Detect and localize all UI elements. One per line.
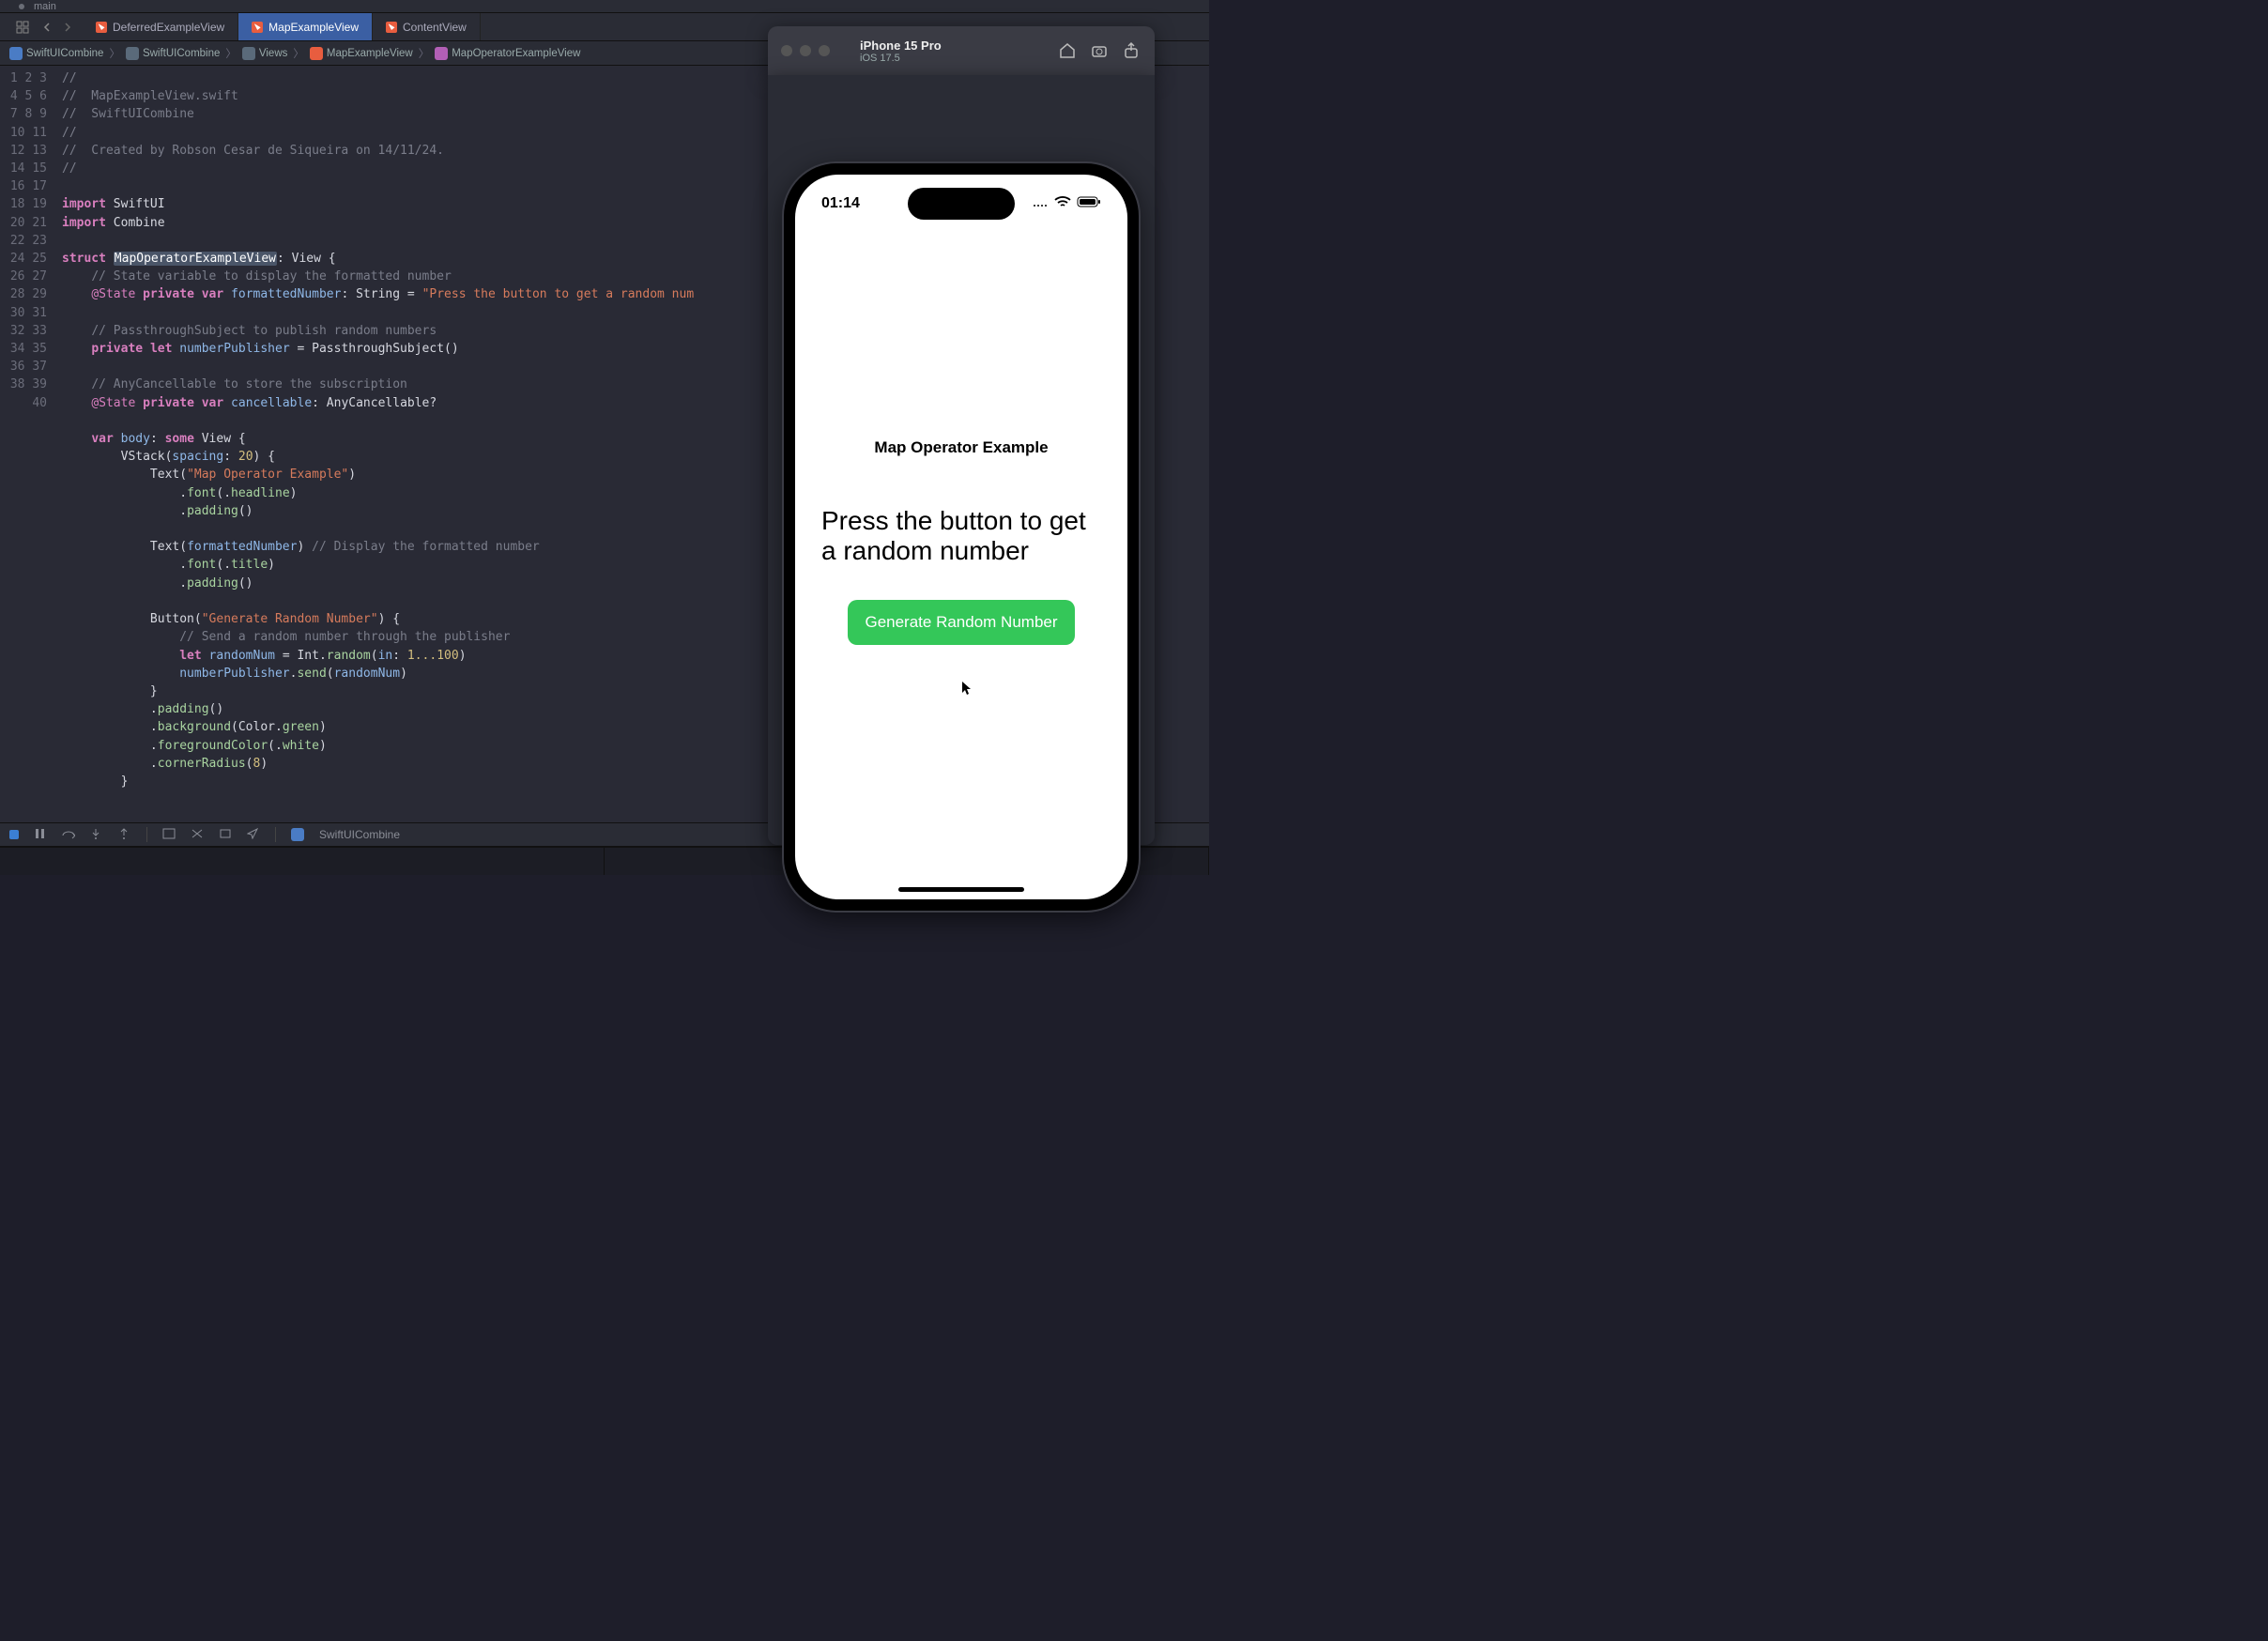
close-icon[interactable] xyxy=(781,45,792,56)
chevron-right-icon: 〉 xyxy=(109,46,120,61)
window-traffic-lights[interactable] xyxy=(781,45,830,56)
breadcrumb-project[interactable]: SwiftUICombine xyxy=(26,48,103,59)
folder-icon xyxy=(126,47,139,60)
struct-icon xyxy=(435,47,448,60)
app-body-text: Press the button to get a random number xyxy=(818,491,1105,581)
dynamic-island xyxy=(908,188,1015,220)
status-time: 01:14 xyxy=(821,195,860,212)
app-content: Map Operator Example Press the button to… xyxy=(795,225,1127,899)
tab-label: ContentView xyxy=(403,21,467,34)
wifi-icon xyxy=(1054,195,1071,212)
chevron-right-icon: 〉 xyxy=(419,46,430,61)
screenshot-icon[interactable] xyxy=(1089,40,1110,61)
iphone-device-frame: 01:14 Map Operator Example Press the but… xyxy=(784,163,1139,911)
breadcrumb-symbol[interactable]: MapOperatorExampleView xyxy=(452,48,580,59)
generate-random-button[interactable]: Generate Random Number xyxy=(848,600,1074,645)
app-headline-text: Map Operator Example xyxy=(859,423,1063,472)
tab-map-example[interactable]: MapExampleView xyxy=(238,13,373,40)
breadcrumb-file[interactable]: MapExampleView xyxy=(327,48,413,59)
related-items-icon[interactable] xyxy=(13,18,32,37)
simulator-titlebar[interactable]: iPhone 15 Pro iOS 17.5 xyxy=(768,26,1155,75)
pause-icon[interactable] xyxy=(34,828,47,841)
step-out-icon[interactable] xyxy=(118,828,131,841)
source-control-bar: main xyxy=(0,0,1209,13)
chevron-right-icon: 〉 xyxy=(293,46,304,61)
tab-deferred-example[interactable]: DeferredExampleView xyxy=(83,13,238,40)
swift-file-icon xyxy=(310,47,323,60)
simulator-body: 01:14 Map Operator Example Press the but… xyxy=(768,75,1155,845)
branch-name[interactable]: main xyxy=(34,1,56,12)
step-into-icon[interactable] xyxy=(90,828,103,841)
debug-memory-icon[interactable] xyxy=(191,828,204,841)
breadcrumb-target[interactable]: SwiftUICombine xyxy=(143,48,220,59)
debug-scheme-label[interactable]: SwiftUICombine xyxy=(319,828,400,841)
step-over-icon[interactable] xyxy=(62,828,75,841)
zoom-icon[interactable] xyxy=(819,45,830,56)
home-indicator[interactable] xyxy=(898,887,1024,892)
project-icon xyxy=(9,47,23,60)
simulator-title: iPhone 15 Pro iOS 17.5 xyxy=(841,38,1046,64)
line-gutter: 1 2 3 4 5 6 7 8 9 10 11 12 13 14 15 16 1… xyxy=(0,66,60,822)
debug-location-icon[interactable] xyxy=(247,828,260,841)
tab-label: MapExampleView xyxy=(268,21,359,34)
nav-back-button[interactable] xyxy=(38,18,56,37)
nav-forward-button[interactable] xyxy=(58,18,77,37)
os-version: iOS 17.5 xyxy=(860,53,1046,64)
home-icon[interactable] xyxy=(1057,40,1078,61)
tab-label: DeferredExampleView xyxy=(113,21,224,34)
iphone-screen[interactable]: 01:14 Map Operator Example Press the but… xyxy=(795,175,1127,899)
breakpoint-toggle-icon[interactable] xyxy=(9,830,19,839)
swift-file-icon xyxy=(252,22,263,33)
swift-file-icon xyxy=(96,22,107,33)
swift-file-icon xyxy=(386,22,397,33)
mouse-cursor-icon xyxy=(961,681,973,696)
debug-view-icon[interactable] xyxy=(162,828,176,841)
tab-content-view[interactable]: ContentView xyxy=(373,13,481,40)
share-icon[interactable] xyxy=(1121,40,1142,61)
folder-icon xyxy=(242,47,255,60)
debug-env-icon[interactable] xyxy=(219,828,232,841)
app-icon xyxy=(291,828,304,841)
device-name: iPhone 15 Pro xyxy=(860,38,1046,53)
branch-indicator-icon xyxy=(19,4,24,9)
cellular-icon xyxy=(1032,195,1049,212)
breadcrumb-folder[interactable]: Views xyxy=(259,48,287,59)
chevron-right-icon: 〉 xyxy=(225,46,237,61)
battery-icon xyxy=(1077,195,1101,212)
minimize-icon[interactable] xyxy=(800,45,811,56)
